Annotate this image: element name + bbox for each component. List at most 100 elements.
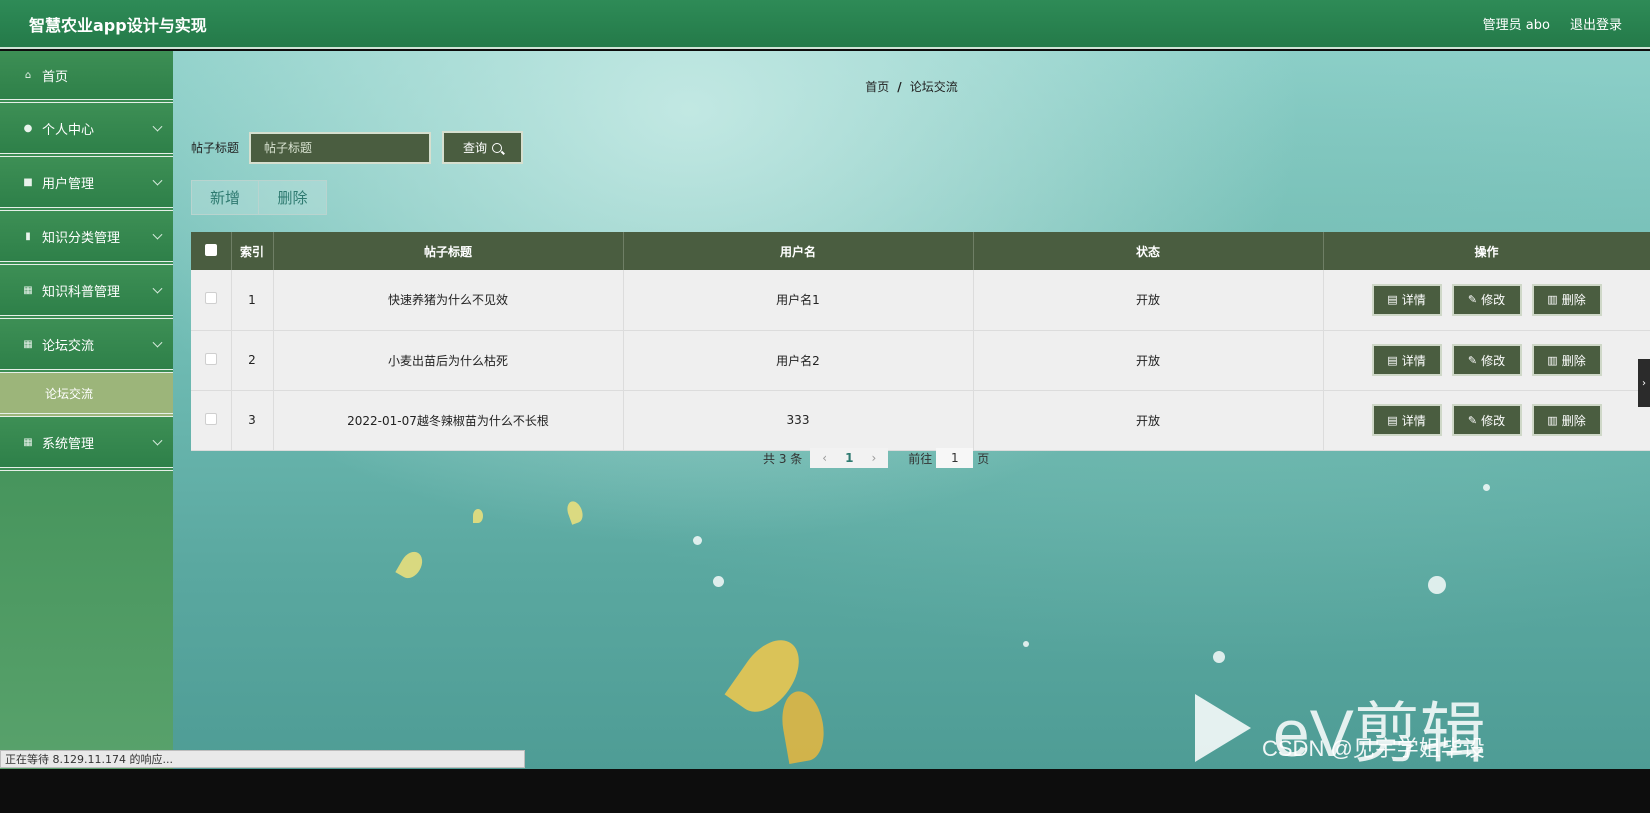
delete-button[interactable]: ▥ 删除 (1531, 404, 1602, 436)
sidebar-item-label: 用户管理 (42, 176, 95, 192)
grid-icon: ▦ (23, 436, 33, 448)
users-icon: ■ (23, 176, 33, 188)
edit-button[interactable]: ✎ 修改 (1451, 283, 1522, 316)
row-checkbox[interactable] (204, 292, 217, 305)
cell-title: 快速养猪为什么不见效 (273, 270, 624, 331)
delete-label: 删除 (1561, 413, 1586, 428)
trash-icon: ▥ (1547, 413, 1558, 427)
background-decoration (1483, 484, 1490, 491)
home-icon: ⌂ (24, 69, 32, 81)
header-select-all (191, 232, 232, 270)
chevron-down-icon (152, 175, 163, 186)
search-label: 帖子标题 (191, 141, 240, 155)
row-select-cell (191, 330, 232, 391)
breadcrumb-current: 论坛交流 (909, 80, 958, 94)
edit-button[interactable]: ✎ 修改 (1451, 344, 1522, 376)
row-checkbox[interactable] (204, 352, 217, 365)
cell-status: 开放 (973, 330, 1324, 391)
sidebar-item-home[interactable]: ⌂ 首页 (0, 51, 173, 103)
sidebar-subitem-forum[interactable]: 论坛交流 (0, 373, 173, 417)
background-decoration (693, 536, 702, 545)
background-decoration (395, 547, 427, 583)
sidebar-item-forum[interactable]: ▦ 论坛交流 (0, 319, 173, 373)
edit-label: 修改 (1481, 293, 1506, 308)
sidebar-item-personal-center[interactable]: ● 个人中心 (0, 103, 173, 157)
header-index: 索引 (231, 232, 274, 270)
side-collapse-tab[interactable]: › (1638, 359, 1650, 407)
edit-button[interactable]: ✎ 修改 (1451, 404, 1522, 436)
detail-label: 详情 (1401, 293, 1426, 308)
search-button[interactable]: 查询 (442, 131, 524, 164)
trash-icon: ▥ (1547, 293, 1558, 307)
user-label[interactable]: 管理员 abo (1483, 14, 1550, 33)
delete-button[interactable]: ▥ 删除 (1531, 283, 1602, 316)
credit-text: CSDN @见宇学姐毕设 (1262, 736, 1485, 761)
pager-goto-prefix: 前往 (908, 451, 933, 466)
sidebar-item-label: 个人中心 (42, 122, 95, 138)
grid-icon: ▦ (23, 338, 33, 350)
cell-ops: ▤ 详情 ✎ 修改 ▥ 删除 (1323, 330, 1650, 391)
pager-current-page[interactable]: 1 (833, 451, 865, 465)
detail-label: 详情 (1401, 353, 1426, 368)
header-status: 状态 (973, 232, 1324, 270)
grid-icon: ▦ (23, 284, 33, 296)
sidebar-item-user-management[interactable]: ■ 用户管理 (0, 157, 173, 211)
sidebar-item-system[interactable]: ▦ 系统管理 (0, 417, 173, 471)
chevron-left-icon[interactable]: ‹ (816, 451, 833, 465)
background-decoration (713, 576, 724, 587)
table-row: 3 2022-01-07越冬辣椒苗为什么不长根 333 开放 ▤ 详情 ✎ 修改 ▥… (191, 390, 1650, 451)
pager-controls: ‹ 1 › (810, 448, 889, 468)
edit-label: 修改 (1481, 413, 1506, 428)
play-icon (1195, 694, 1251, 762)
background-decoration (1213, 651, 1225, 663)
cell-ops: ▤ 详情 ✎ 修改 ▥ 删除 (1323, 390, 1650, 451)
pagination: 共 3 条 ‹ 1 › 前往 1 页 (763, 448, 989, 468)
add-button[interactable]: 新增 (191, 180, 259, 215)
detail-button[interactable]: ▤ 详情 (1371, 344, 1442, 376)
detail-button[interactable]: ▤ 详情 (1371, 404, 1442, 436)
sidebar-item-knowledge-science[interactable]: ▦ 知识科普管理 (0, 265, 173, 319)
table-header-row: 索引 帖子标题 用户名 状态 操作 (191, 232, 1650, 270)
search-button-label: 查询 (463, 141, 488, 155)
detail-label: 详情 (1401, 413, 1426, 428)
chevron-down-icon (152, 229, 163, 240)
logout-link[interactable]: 退出登录 (1570, 14, 1622, 33)
top-right: 管理员 abo 退出登录 (1483, 14, 1622, 33)
document-icon: ▤ (1387, 413, 1398, 427)
chevron-down-icon (152, 283, 163, 294)
search-icon (492, 142, 503, 153)
detail-button[interactable]: ▤ 详情 (1371, 283, 1442, 316)
cell-username: 用户名1 (623, 270, 974, 331)
cell-username: 用户名2 (623, 330, 974, 391)
sidebar-item-label: 知识分类管理 (42, 230, 121, 246)
pager-goto-input[interactable]: 1 (936, 448, 974, 468)
sidebar-item-knowledge-category[interactable]: ▮ 知识分类管理 (0, 211, 173, 265)
batch-delete-button[interactable]: 删除 (259, 180, 327, 215)
delete-button[interactable]: ▥ 删除 (1531, 344, 1602, 376)
chevron-down-icon (152, 121, 163, 132)
breadcrumb-home[interactable]: 首页 (865, 80, 889, 94)
pager-total: 共 3 条 (763, 451, 803, 466)
select-all-checkbox[interactable] (204, 243, 217, 256)
background-decoration (1428, 576, 1446, 594)
breadcrumb-separator: / (897, 80, 902, 94)
edit-icon: ✎ (1467, 293, 1478, 307)
sidebar: ⌂ 首页 ● 个人中心 ■ 用户管理 ▮ 知识分类管理 ▦ 知识科普管理 ▦ 论… (0, 51, 173, 791)
cell-index: 2 (231, 330, 274, 391)
action-row: 新增 删除 (191, 180, 327, 215)
data-table: 索引 帖子标题 用户名 状态 操作 1 快速养猪为什么不见效 用户名1 开放 ▤… (191, 232, 1650, 451)
cell-index: 1 (231, 270, 274, 331)
row-select-cell (191, 390, 232, 451)
background-decoration (1023, 641, 1029, 647)
sidebar-item-label: 首页 (42, 69, 69, 85)
search-input[interactable]: 帖子标题 (249, 131, 432, 164)
user-icon: ● (23, 122, 33, 134)
search-row: 帖子标题 帖子标题 查询 (191, 131, 524, 164)
document-icon: ▤ (1387, 293, 1398, 307)
table-row: 1 快速养猪为什么不见效 用户名1 开放 ▤ 详情 ✎ 修改 ▥ 删除 (191, 270, 1650, 331)
background-decoration (777, 688, 829, 764)
chevron-right-icon[interactable]: › (865, 451, 882, 465)
sidebar-item-label: 论坛交流 (42, 338, 95, 354)
trash-icon: ▥ (1547, 353, 1558, 367)
row-checkbox[interactable] (204, 412, 217, 425)
